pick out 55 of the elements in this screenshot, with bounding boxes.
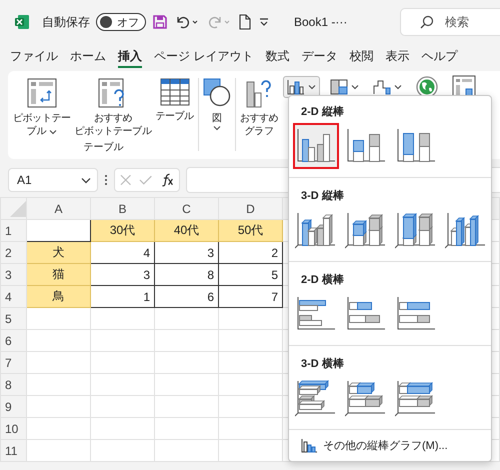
- row-header[interactable]: 8: [0, 374, 26, 396]
- row-header[interactable]: 6: [0, 330, 26, 352]
- ribbon-tab[interactable]: ヘルプ: [421, 48, 458, 68]
- table-cell: 鳥: [26, 286, 90, 308]
- row-header[interactable]: 7: [0, 352, 26, 374]
- table-cell: 8: [154, 264, 218, 286]
- row-header[interactable]: 11: [0, 440, 26, 462]
- column-header[interactable]: A: [26, 198, 90, 220]
- ribbon-tab[interactable]: データ: [301, 48, 338, 68]
- column-header[interactable]: C: [154, 198, 218, 220]
- table-cell: 40代: [154, 220, 218, 242]
- more-column-charts-link[interactable]: その他の縦棒グラフ(M)...: [289, 434, 491, 457]
- name-box[interactable]: A1: [8, 168, 98, 192]
- row-header[interactable]: 1: [0, 220, 26, 242]
- row-header[interactable]: 5: [0, 308, 26, 330]
- table-cell: 50代: [218, 220, 282, 242]
- table-cell: 犬: [26, 242, 90, 264]
- autosave-label: 自動保存: [42, 14, 90, 30]
- table-cell: 30代: [90, 220, 154, 242]
- table-cell: 猫: [26, 264, 90, 286]
- column-header[interactable]: D: [218, 198, 282, 220]
- pivot-button[interactable]: ピボットテー ブル: [12, 76, 72, 140]
- recommended-chart-button[interactable]: おすすめ グラフ: [238, 76, 280, 159]
- column-header[interactable]: B: [90, 198, 154, 220]
- row-header[interactable]: 4: [0, 286, 26, 308]
- section-heading: 2-D 横棒: [300, 272, 345, 288]
- ribbon-tab[interactable]: 表示: [385, 48, 410, 68]
- row-header[interactable]: 2: [0, 242, 26, 264]
- table-cell: 4: [90, 242, 154, 264]
- section-heading: 3-D 横棒: [300, 356, 345, 372]
- group-label: テーブル: [83, 140, 124, 155]
- table-cell: 2: [218, 242, 282, 264]
- table-cell: 5: [218, 264, 282, 286]
- ribbon-tab[interactable]: ファイル: [10, 48, 58, 68]
- section-heading: 3-D 縦棒: [300, 188, 345, 204]
- ribbon-tab[interactable]: 挿入: [118, 48, 142, 68]
- ribbon-tab[interactable]: ホーム: [70, 48, 106, 68]
- search-field[interactable]: 検索: [400, 8, 500, 36]
- ribbon-tab[interactable]: 校閲: [349, 48, 374, 68]
- row-header[interactable]: 3: [0, 264, 26, 286]
- illustrations-button[interactable]: 図: [202, 76, 232, 159]
- ribbon-tab[interactable]: ページ レイアウト: [154, 48, 254, 68]
- table-button[interactable]: テーブル: [154, 76, 195, 140]
- table-cell: 1: [90, 286, 154, 308]
- row-header[interactable]: 10: [0, 418, 26, 440]
- table-cell: 3: [90, 264, 154, 286]
- ribbon-tab[interactable]: 数式: [265, 48, 290, 68]
- autosave-toggle[interactable]: オフ: [96, 13, 146, 31]
- recommended-pivot-button[interactable]: おすすめ ピボットテーブル: [74, 76, 152, 140]
- table-cell: 3: [154, 242, 218, 264]
- table-cell: 7: [218, 286, 282, 308]
- row-header[interactable]: 9: [0, 396, 26, 418]
- file-name: Book1 -···: [294, 15, 348, 29]
- section-heading: 2-D 縦棒: [300, 104, 345, 120]
- table-cell: 6: [154, 286, 218, 308]
